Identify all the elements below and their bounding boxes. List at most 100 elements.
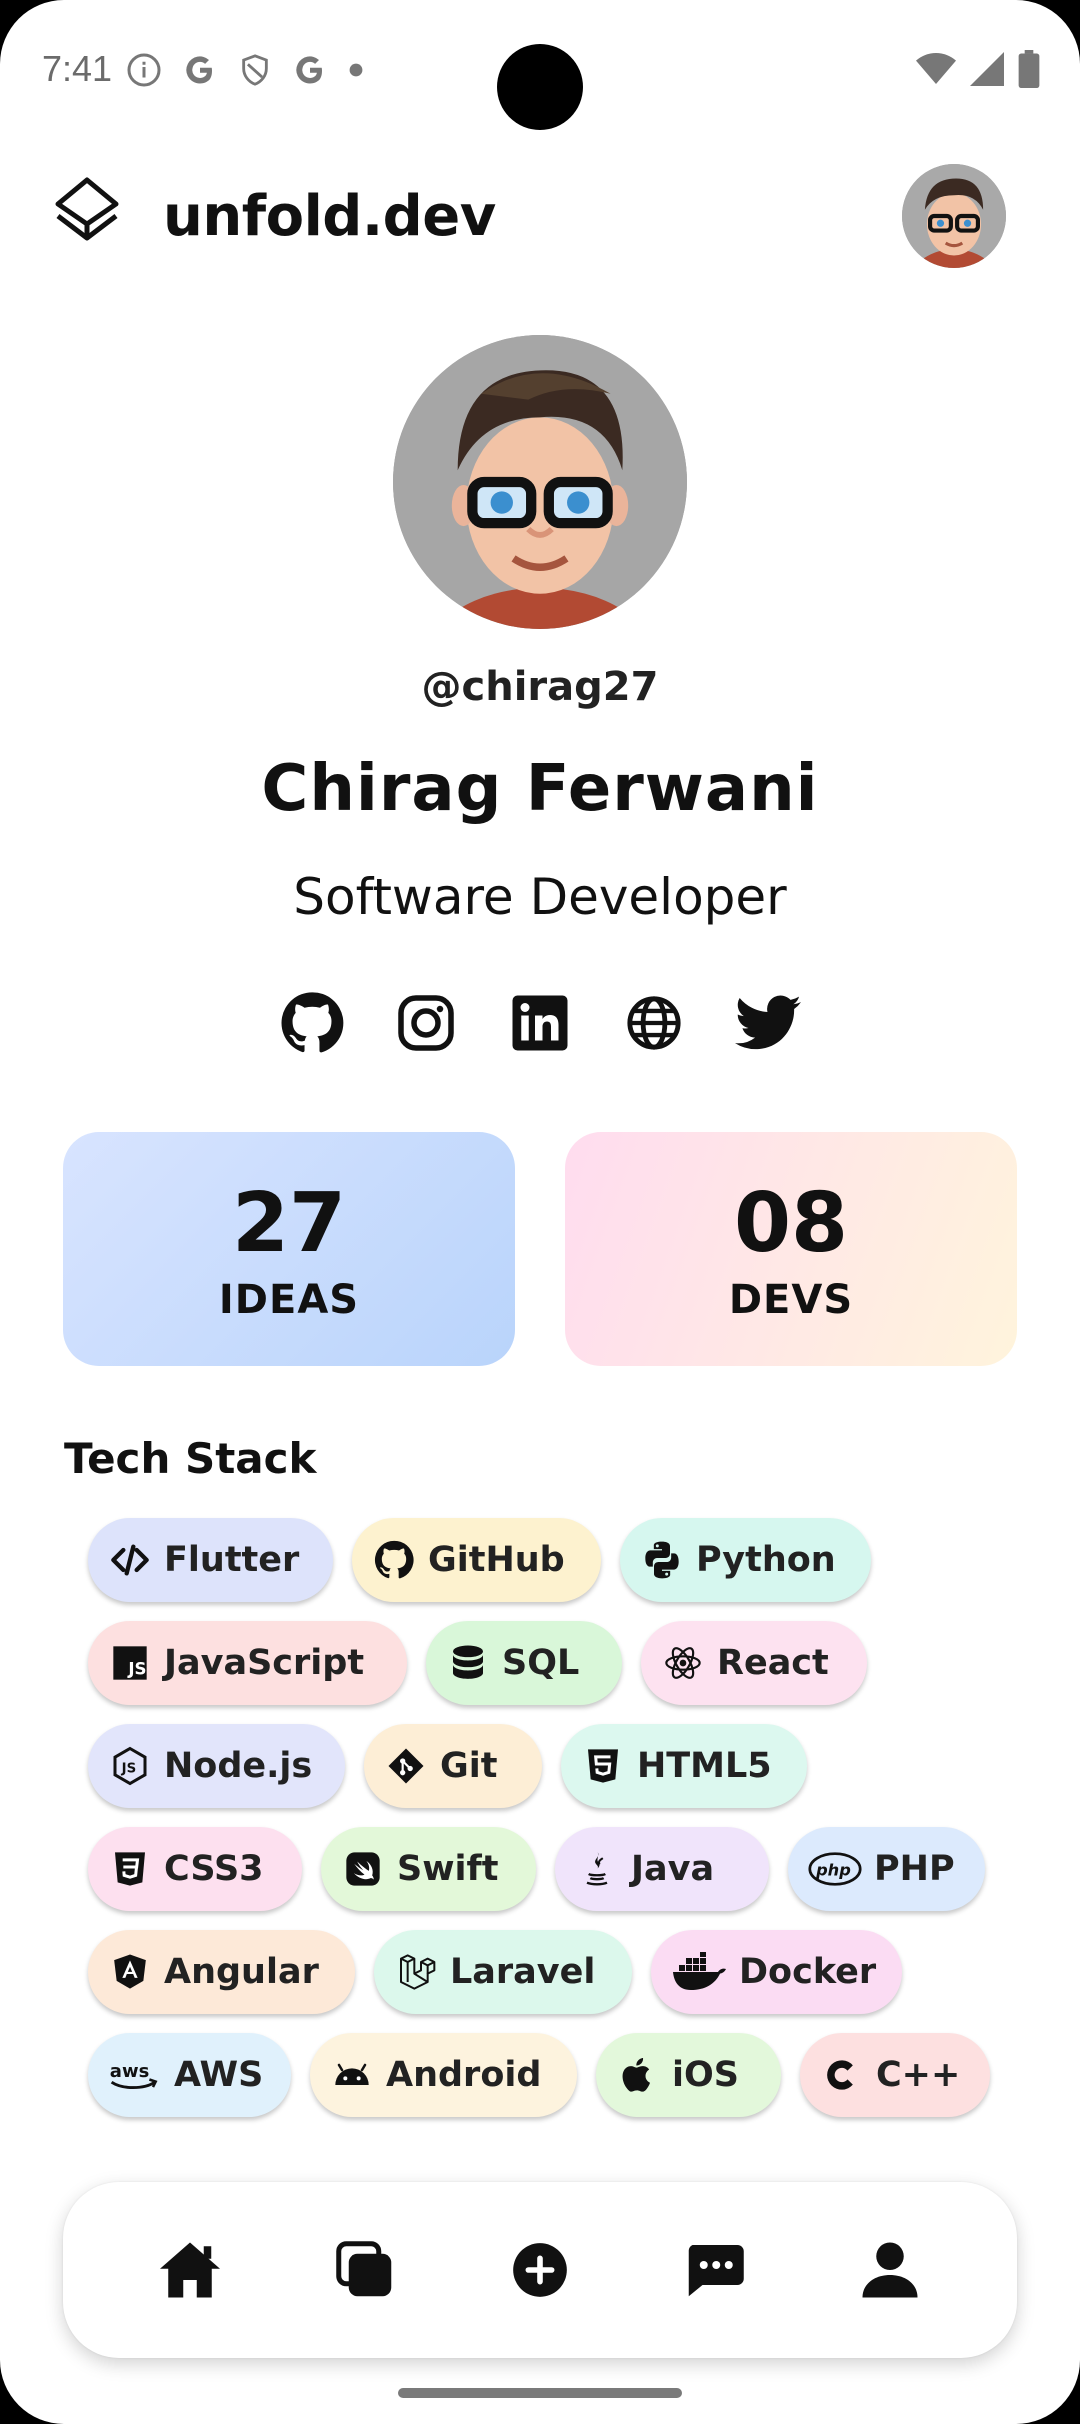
add-icon[interactable] <box>500 2230 580 2310</box>
chip-aws[interactable]: aws AWS <box>88 2033 291 2117</box>
code-icon <box>108 1538 152 1582</box>
chat-icon[interactable] <box>675 2230 755 2310</box>
javascript-icon: JS <box>108 1641 152 1685</box>
screen: 7:41 unfold.dev @chirag27 Chirag Ferwani… <box>0 0 1080 2424</box>
ideas-label: IDEAS <box>218 1277 360 1323</box>
ideas-count: 27 <box>231 1176 347 1271</box>
brand-title[interactable]: unfold.dev <box>163 184 496 249</box>
chip-label: Flutter <box>164 1540 300 1580</box>
google-icon <box>182 52 218 88</box>
shield-icon <box>238 52 272 88</box>
profile-role: Software Developer <box>293 868 787 926</box>
nodejs-icon: JS <box>108 1744 152 1788</box>
chip-android[interactable]: Android <box>310 2033 577 2117</box>
chip-javascript[interactable]: JS JavaScript <box>88 1621 407 1705</box>
devs-stat-card[interactable]: 08 DEVS <box>565 1132 1017 1366</box>
database-icon <box>446 1641 490 1685</box>
profile-name: Chirag Ferwani <box>261 752 819 826</box>
css3-icon <box>108 1847 152 1891</box>
chip-flutter[interactable]: Flutter <box>88 1518 333 1602</box>
profile-icon[interactable] <box>850 2230 930 2310</box>
instagram-icon[interactable] <box>393 990 459 1056</box>
chip-swift[interactable]: Swift <box>321 1827 536 1911</box>
chip-angular[interactable]: Angular <box>88 1930 355 2014</box>
linkedin-icon[interactable] <box>507 990 573 1056</box>
notification-icons <box>126 52 364 88</box>
collections-icon[interactable] <box>325 2230 405 2310</box>
camera-cutout <box>497 44 583 130</box>
chip-label: Docker <box>739 1952 877 1992</box>
tech-stack-title: Tech Stack <box>64 1434 317 1483</box>
chip-label: Python <box>696 1540 836 1580</box>
layers-logo-icon[interactable] <box>52 174 122 254</box>
wifi-icon <box>916 51 956 91</box>
chip-python[interactable]: Python <box>620 1518 871 1602</box>
profile-handle: @chirag27 <box>421 664 659 710</box>
chip-label: SQL <box>502 1643 580 1683</box>
info-icon <box>126 52 162 88</box>
chip-ios[interactable]: iOS <box>596 2033 781 2117</box>
svg-text:JS: JS <box>121 1762 137 1777</box>
cpp-icon <box>820 2053 864 2097</box>
angular-icon <box>108 1950 152 1994</box>
chip-label: JavaScript <box>164 1643 365 1683</box>
chip-cpp[interactable]: C++ <box>800 2033 990 2117</box>
chip-react[interactable]: React <box>641 1621 867 1705</box>
chip-css3[interactable]: CSS3 <box>88 1827 302 1911</box>
ideas-stat-card[interactable]: 27 IDEAS <box>63 1132 515 1366</box>
chip-label: Angular <box>164 1952 319 1992</box>
chip-docker[interactable]: Docker <box>651 1930 902 2014</box>
devs-label: DEVS <box>728 1277 854 1323</box>
avatar[interactable] <box>902 164 1006 268</box>
twitter-icon[interactable] <box>735 990 801 1056</box>
svg-text:php: php <box>815 1860 851 1879</box>
chip-label: Swift <box>397 1849 499 1889</box>
home-icon[interactable] <box>150 2230 230 2310</box>
chip-java[interactable]: Java <box>555 1827 769 1911</box>
chip-label: CSS3 <box>164 1849 264 1889</box>
python-icon <box>640 1538 684 1582</box>
chip-sql[interactable]: SQL <box>426 1621 622 1705</box>
chip-label: PHP <box>874 1849 955 1889</box>
home-indicator[interactable] <box>398 2388 682 2398</box>
swift-icon <box>341 1847 385 1891</box>
chip-label: AWS <box>174 2055 264 2095</box>
social-links <box>0 990 1080 1056</box>
chip-html5[interactable]: HTML5 <box>561 1724 807 1808</box>
chip-label: GitHub <box>428 1540 565 1580</box>
globe-icon[interactable] <box>621 990 687 1056</box>
system-icons <box>916 50 1040 92</box>
svg-text:aws: aws <box>110 2061 150 2082</box>
chip-label: React <box>717 1643 829 1683</box>
dot-icon <box>348 62 364 78</box>
php-icon: php <box>808 1847 862 1891</box>
chip-laravel[interactable]: Laravel <box>374 1930 632 2014</box>
chip-php[interactable]: php PHP <box>788 1827 985 1911</box>
chip-nodejs[interactable]: JS Node.js <box>88 1724 345 1808</box>
status-time: 7:41 <box>42 48 113 89</box>
chip-label: Java <box>631 1849 715 1889</box>
bottom-navigation <box>63 2182 1017 2358</box>
chip-label: Android <box>386 2055 542 2095</box>
chip-label: Git <box>440 1746 498 1786</box>
status-bar: 7:41 <box>0 0 1080 140</box>
github-icon <box>372 1538 416 1582</box>
java-icon <box>575 1847 619 1891</box>
signal-icon <box>970 51 1004 91</box>
chip-label: iOS <box>672 2055 739 2095</box>
android-icon <box>330 2053 374 2097</box>
svg-text:JS: JS <box>127 1660 146 1679</box>
git-icon <box>384 1744 428 1788</box>
react-icon <box>661 1641 705 1685</box>
chip-git[interactable]: Git <box>364 1724 542 1808</box>
apple-icon <box>616 2053 660 2097</box>
html5-icon <box>581 1744 625 1788</box>
profile-avatar[interactable] <box>393 335 687 629</box>
chip-github[interactable]: GitHub <box>352 1518 601 1602</box>
laravel-icon <box>394 1950 438 1994</box>
github-icon[interactable] <box>279 990 345 1056</box>
google-icon <box>292 52 328 88</box>
chip-label: Node.js <box>164 1746 313 1786</box>
aws-icon: aws <box>108 2053 162 2097</box>
devs-count: 08 <box>733 1176 849 1271</box>
